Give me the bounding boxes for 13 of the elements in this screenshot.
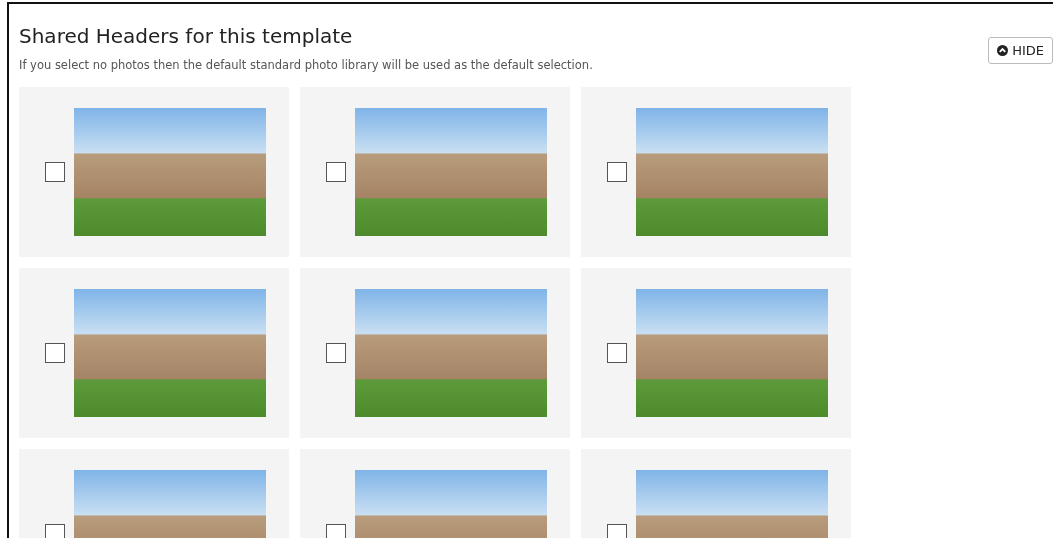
panel-description: If you select no photos then the default standard photo library will be used as the default selection.: [19, 58, 593, 72]
photo-checkbox[interactable]: [607, 162, 627, 182]
photo-checkbox[interactable]: [607, 343, 627, 363]
photo-checkbox[interactable]: [45, 343, 65, 363]
photo-checkbox[interactable]: [326, 524, 346, 538]
panel-title: Shared Headers for this template: [19, 24, 354, 48]
photo-checkbox[interactable]: [607, 524, 627, 538]
collapse-icon: [997, 45, 1009, 56]
photo-checkbox[interactable]: [326, 162, 346, 182]
hide-button[interactable]: HIDE: [988, 37, 1053, 64]
photo-checkbox[interactable]: [326, 343, 346, 363]
photo-checkbox[interactable]: [45, 162, 65, 182]
photo-checkbox[interactable]: [45, 524, 65, 538]
